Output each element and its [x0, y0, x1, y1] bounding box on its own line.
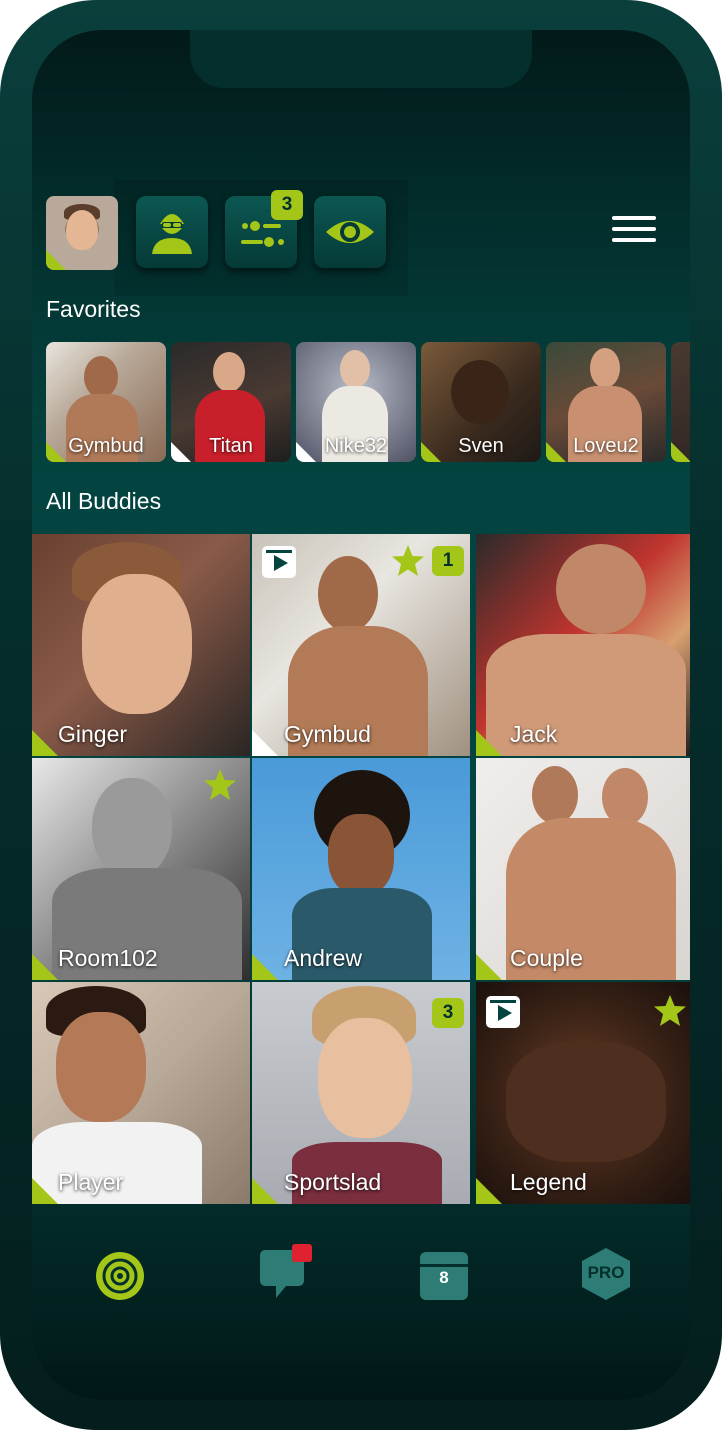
bottom-navigation: 8 PRO [32, 1242, 690, 1332]
photo-subject [328, 814, 394, 896]
photo-subject [84, 356, 118, 398]
card-corner-marker [476, 730, 502, 756]
avatar-corner-marker [46, 250, 66, 270]
buddy-name: Sportslad [284, 1169, 382, 1195]
favorite-name: Sven [458, 435, 504, 457]
phone-frame: 3 Favorites Gymbud Titan Nike32 Sven Lov… [0, 0, 722, 1430]
buddy-card[interactable]: Couple [476, 758, 690, 980]
hamburger-line [612, 238, 656, 242]
favorite-card[interactable]: Loveu2 [546, 342, 666, 462]
buddy-name: Andrew [284, 945, 362, 971]
card-corner-marker [32, 730, 58, 756]
buddy-card[interactable]: Player [32, 982, 250, 1204]
my-profile-avatar[interactable] [46, 196, 118, 270]
video-icon [486, 996, 520, 1028]
photo-subject [590, 348, 620, 388]
hamburger-line [612, 227, 656, 231]
card-corner-marker [252, 1178, 278, 1204]
buddy-card[interactable]: Ginger [32, 534, 250, 756]
device-notch [190, 30, 532, 88]
visibility-button[interactable] [314, 196, 386, 268]
buddy-name: Couple [510, 945, 583, 971]
buddy-card[interactable]: Legend [476, 982, 690, 1204]
favorite-name: Gymbud [68, 435, 144, 457]
favorite-star-icon [392, 545, 424, 576]
pro-label: PRO [587, 1263, 625, 1282]
calendar-day-label: 8 [439, 1268, 449, 1287]
pro-tab[interactable]: PRO [580, 1246, 632, 1307]
photo-subject [92, 778, 172, 878]
buddy-card[interactable]: Jack [476, 534, 690, 756]
card-corner-marker [32, 954, 58, 980]
favorite-name: Loveu2 [573, 435, 639, 457]
top-toolbar: 3 [32, 180, 690, 296]
photo-subject [56, 1012, 146, 1122]
photo-subject [451, 360, 509, 424]
avatar-face [66, 210, 98, 250]
calendar-tab[interactable]: 8 [418, 1250, 470, 1307]
radar-icon [96, 1252, 144, 1300]
card-corner-marker [476, 954, 502, 980]
buddy-card[interactable]: 3 Sportslad [252, 982, 470, 1204]
hamburger-menu-button[interactable] [612, 216, 656, 250]
card-corner-marker [32, 1178, 58, 1204]
favorite-card[interactable]: Titan [171, 342, 291, 462]
photo-subject [82, 574, 192, 714]
chat-icon [260, 1244, 312, 1298]
app-screen: 3 Favorites Gymbud Titan Nike32 Sven Lov… [32, 30, 690, 1400]
filter-button[interactable]: 3 [225, 190, 303, 268]
incognito-icon [152, 214, 192, 254]
photo-subject-body [506, 1042, 666, 1162]
favorite-card[interactable]: Nike32 [296, 342, 416, 462]
card-corner-marker [252, 730, 278, 756]
all-buddies-title: All Buddies [46, 488, 162, 514]
favorite-star-icon [654, 995, 686, 1026]
favorite-name: Nike32 [324, 435, 388, 457]
buddy-name: Room102 [58, 945, 158, 971]
buddy-card[interactable]: 1 Gymbud [252, 534, 470, 756]
message-count-badge: 1 [432, 546, 464, 576]
favorites-list: Gymbud Titan Nike32 Sven Loveu2 [46, 342, 690, 464]
favorite-card[interactable]: Sven [421, 342, 541, 462]
buddy-card[interactable]: Room102 [32, 758, 250, 980]
favorite-card[interactable]: Gymbud [46, 342, 166, 462]
buddy-card[interactable]: Andrew [252, 758, 470, 980]
photo-subject [318, 1018, 412, 1138]
message-count-badge: 3 [432, 998, 464, 1028]
filter-count-badge: 3 [271, 190, 303, 220]
card-corner-marker [671, 442, 690, 462]
photo-subject [556, 544, 646, 634]
buddy-name: Jack [510, 721, 558, 747]
favorite-star-icon [204, 769, 236, 800]
buddy-name: Ginger [58, 721, 128, 747]
buddy-name: Player [58, 1169, 124, 1195]
video-icon [262, 546, 296, 578]
favorite-name: Titan [209, 435, 253, 457]
photo-subject [340, 350, 370, 388]
buddies-grid: Ginger 1 Gymbud Jack Room102 Andrew Coup… [32, 534, 690, 1206]
notification-dot [292, 1244, 312, 1262]
photo-subject [213, 352, 245, 392]
card-corner-marker [476, 1178, 502, 1204]
favorites-title: Favorites [46, 296, 141, 322]
chat-tab[interactable] [256, 1242, 316, 1307]
incognito-button[interactable] [136, 196, 208, 268]
buddy-name: Gymbud [284, 721, 371, 747]
photo-subject [532, 766, 578, 824]
photo-subject [318, 556, 378, 632]
eye-icon [326, 221, 374, 243]
favorite-card[interactable] [671, 342, 690, 462]
radar-tab[interactable] [94, 1250, 146, 1307]
card-corner-marker [252, 954, 278, 980]
hamburger-line [612, 216, 656, 220]
buddy-name: Legend [510, 1169, 587, 1195]
